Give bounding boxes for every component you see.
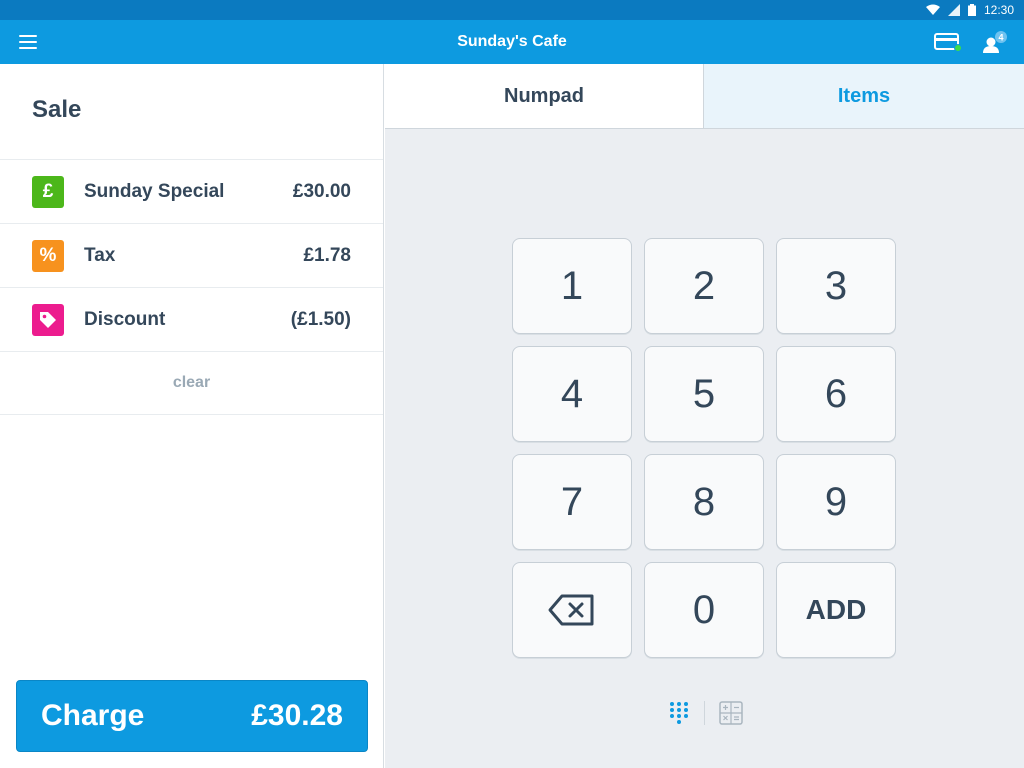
- hamburger-icon-bar: [19, 35, 37, 37]
- numpad-key-3[interactable]: 3: [776, 238, 896, 334]
- battery-icon: [967, 4, 976, 16]
- sale-line-item[interactable]: £ Sunday Special £30.00: [0, 159, 383, 223]
- sale-line-item[interactable]: % Tax £1.78: [0, 223, 383, 287]
- sale-line-item[interactable]: Discount (£1.50): [0, 287, 383, 351]
- user-switch-button[interactable]: 4: [980, 30, 1010, 56]
- backspace-icon: [548, 594, 594, 626]
- pound-icon: £: [32, 175, 64, 208]
- calculator-icon[interactable]: [719, 701, 743, 725]
- line-item-label: Discount: [84, 308, 166, 330]
- numpad-key-5[interactable]: 5: [644, 346, 764, 442]
- tab-numpad[interactable]: Numpad: [385, 64, 704, 128]
- line-item-amount: £30.00: [292, 180, 351, 202]
- mode-divider: [704, 701, 705, 725]
- app-title: Sunday's Cafe: [457, 33, 567, 50]
- notification-badge-count: 4: [998, 33, 1003, 43]
- status-icons: 12:30: [925, 0, 1014, 20]
- percent-icon: %: [32, 239, 64, 272]
- signal-icon: [947, 4, 960, 16]
- wifi-icon: [925, 4, 940, 15]
- line-item-label: Sunday Special: [84, 180, 225, 202]
- numpad-key-7[interactable]: 7: [512, 454, 632, 550]
- tab-items[interactable]: Items: [704, 64, 1024, 128]
- charge-amount: £30.28: [251, 699, 343, 732]
- numpad-key-0[interactable]: 0: [644, 562, 764, 658]
- line-item-amount: (£1.50): [290, 308, 351, 330]
- clear-row: clear: [0, 351, 383, 415]
- numpad-key-1[interactable]: 1: [512, 238, 632, 334]
- line-item-label: Tax: [84, 244, 116, 266]
- sale-title: Sale: [32, 96, 82, 123]
- add-button[interactable]: ADD: [776, 562, 896, 658]
- numpad: 1 2 3 4 5 6 7 8 9 0 ADD: [512, 238, 896, 658]
- numpad-key-6[interactable]: 6: [776, 346, 896, 442]
- entry-tabs: Numpad Items: [385, 64, 1024, 129]
- card-reader-button[interactable]: [934, 32, 962, 54]
- user-icon: 4: [983, 31, 1007, 53]
- clear-button[interactable]: clear: [173, 374, 210, 392]
- hamburger-icon-bar: [19, 41, 37, 43]
- numpad-key-2[interactable]: 2: [644, 238, 764, 334]
- tag-icon: [32, 303, 64, 336]
- keypad-icon[interactable]: [668, 700, 690, 726]
- numpad-key-4[interactable]: 4: [512, 346, 632, 442]
- backspace-button[interactable]: [512, 562, 632, 658]
- app-bar: Sunday's Cafe 4: [0, 20, 1024, 64]
- charge-button[interactable]: Charge £30.28: [16, 680, 368, 752]
- menu-button[interactable]: [12, 28, 44, 56]
- sale-line-items: £ Sunday Special £30.00 % Tax £1.78 Disc…: [0, 159, 383, 415]
- charge-label: Charge: [41, 699, 145, 732]
- numpad-key-8[interactable]: 8: [644, 454, 764, 550]
- hamburger-icon-bar: [19, 47, 37, 49]
- entry-panel: Numpad Items 1 2 3 4 5 6 7 8 9 0 ADD: [385, 64, 1024, 768]
- status-time: 12:30: [983, 3, 1014, 17]
- entry-mode-switch: [668, 700, 743, 726]
- line-item-amount: £1.78: [303, 244, 351, 266]
- sale-panel: Sale £ Sunday Special £30.00 % Tax £1.78…: [0, 64, 384, 768]
- numpad-key-9[interactable]: 9: [776, 454, 896, 550]
- system-status-bar: 12:30: [0, 0, 1024, 20]
- credit-card-icon: [934, 33, 962, 52]
